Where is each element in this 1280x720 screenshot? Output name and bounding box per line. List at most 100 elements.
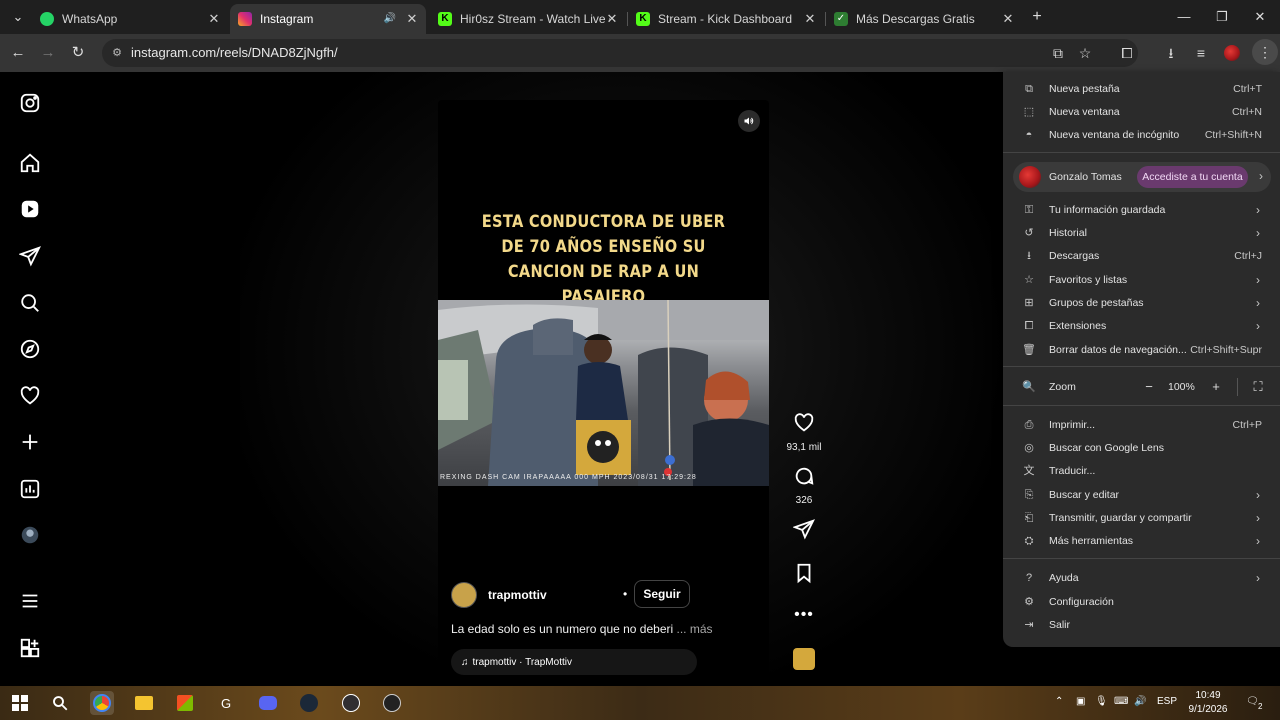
windows-start-icon[interactable] bbox=[8, 691, 32, 715]
volume-icon[interactable]: 🔊 bbox=[1134, 696, 1146, 707]
tab-kick-dashboard[interactable]: K Stream - Kick Dashboard ✕ bbox=[628, 4, 824, 34]
menu-item-settings[interactable]: ⚙ Configuración bbox=[1003, 591, 1280, 613]
microphone-icon[interactable]: 🎙 bbox=[1095, 696, 1108, 707]
messages-icon[interactable] bbox=[18, 244, 42, 268]
follow-button[interactable]: Seguir bbox=[634, 580, 690, 608]
more-options-icon[interactable]: ••• bbox=[781, 606, 827, 624]
instagram-logo-icon[interactable] bbox=[18, 91, 42, 115]
extensions-icon[interactable]: ⧠ bbox=[1117, 43, 1137, 63]
signed-in-button[interactable]: Accediste a tu cuenta bbox=[1137, 166, 1248, 188]
chrome-menu-icon[interactable]: ⋮ bbox=[1252, 39, 1278, 65]
home-icon[interactable] bbox=[18, 151, 42, 175]
tab-instagram[interactable]: Instagram 🔊 ✕ bbox=[230, 4, 426, 34]
steam-icon[interactable] bbox=[297, 691, 321, 715]
back-icon[interactable]: ← bbox=[8, 43, 28, 63]
obs-icon[interactable] bbox=[339, 691, 363, 715]
chrome-taskbar-icon[interactable] bbox=[90, 691, 114, 715]
menu-profile-row[interactable]: Gonzalo Tomas Accediste a tu cuenta › bbox=[1013, 162, 1271, 192]
audio-track-pill[interactable]: ♫ trapmottiv · TrapMottiv bbox=[451, 649, 697, 675]
like-action[interactable]: 93,1 mil bbox=[781, 412, 827, 453]
close-icon[interactable]: ✕ bbox=[802, 11, 818, 27]
author-username[interactable]: trapmottiv bbox=[488, 588, 547, 602]
media-control-icon[interactable]: ≡ bbox=[1191, 43, 1211, 63]
profile-avatar-icon[interactable] bbox=[1222, 43, 1242, 63]
streaming-app-icon[interactable] bbox=[380, 691, 404, 715]
tray-app-icon[interactable]: ▣ bbox=[1076, 696, 1085, 707]
forward-icon[interactable]: → bbox=[38, 43, 58, 63]
bookmark-icon[interactable] bbox=[793, 562, 815, 584]
explore-icon[interactable] bbox=[18, 337, 42, 361]
menu-item-downloads[interactable]: ⭳ Descargas Ctrl+J bbox=[1003, 245, 1280, 267]
menu-item-tab-groups[interactable]: ⊞ Grupos de pestañas › bbox=[1003, 292, 1280, 314]
share-action[interactable] bbox=[781, 518, 827, 545]
tab-search-icon[interactable]: ⌄ bbox=[8, 8, 28, 26]
minimize-icon[interactable]: — bbox=[1174, 8, 1194, 26]
comment-icon[interactable] bbox=[793, 465, 815, 487]
microsoft-store-icon[interactable] bbox=[173, 691, 197, 715]
menu-item-help[interactable]: ? Ayuda › bbox=[1003, 567, 1280, 589]
menu-item-bookmarks[interactable]: ☆ Favoritos y listas › bbox=[1003, 269, 1280, 291]
profile-icon[interactable] bbox=[18, 523, 42, 547]
reels-icon[interactable] bbox=[18, 197, 42, 221]
reel-player[interactable]: ESTA CONDUCTORA DE UBER DE 70 AÑOS ENSEÑ… bbox=[438, 100, 769, 686]
menu-item-cast-share[interactable]: ⎗ Transmitir, guardar y compartir › bbox=[1003, 507, 1280, 529]
close-icon[interactable]: ✕ bbox=[206, 11, 222, 27]
install-app-icon[interactable]: ⧉ bbox=[1048, 43, 1068, 63]
new-tab-button[interactable]: + bbox=[1027, 8, 1047, 26]
close-icon[interactable]: ✕ bbox=[1000, 11, 1016, 27]
speaker-icon[interactable]: 🔊 bbox=[382, 11, 398, 27]
menu-item-more-tools[interactable]: ⛭ Más herramientas › bbox=[1003, 530, 1280, 552]
site-info-icon[interactable]: ⚙ bbox=[110, 46, 124, 60]
more-menu-icon[interactable] bbox=[18, 589, 42, 613]
menu-item-new-window[interactable]: ⬚ Nueva ventana Ctrl+N bbox=[1003, 101, 1280, 123]
menu-item-history[interactable]: ↺ Historial › bbox=[1003, 222, 1280, 244]
save-action[interactable] bbox=[781, 562, 827, 589]
audio-thumbnail[interactable] bbox=[781, 648, 827, 675]
menu-item-translate[interactable]: 文 Traducir... bbox=[1003, 460, 1280, 482]
share-icon[interactable] bbox=[792, 518, 815, 540]
close-icon[interactable]: ✕ bbox=[404, 11, 420, 27]
menu-item-print[interactable]: ⎙ Imprimir... Ctrl+P bbox=[1003, 414, 1280, 436]
search-icon[interactable] bbox=[48, 691, 72, 715]
menu-item-google-lens[interactable]: ◎ Buscar con Google Lens bbox=[1003, 437, 1280, 459]
language-indicator[interactable]: ESP bbox=[1157, 696, 1177, 707]
menu-item-new-tab[interactable]: ⧉ Nueva pestaña Ctrl+T bbox=[1003, 78, 1280, 100]
close-window-icon[interactable]: ✕ bbox=[1250, 8, 1270, 26]
menu-item-exit[interactable]: ⇥ Salir bbox=[1003, 614, 1280, 636]
create-plus-icon[interactable] bbox=[18, 430, 42, 454]
menu-item-extensions[interactable]: ⧠ Extensiones › bbox=[1003, 315, 1280, 337]
also-from-meta-icon[interactable] bbox=[18, 636, 42, 660]
taskbar-clock[interactable]: 10:49 9/1/2026 bbox=[1182, 689, 1234, 717]
tab-kick-stream[interactable]: K Hir0sz Stream - Watch Live on Kick ✕ bbox=[430, 4, 626, 34]
heart-icon[interactable] bbox=[793, 412, 815, 434]
url-text[interactable]: instagram.com/reels/DNAD8ZjNgfh/ bbox=[131, 45, 338, 60]
close-icon[interactable]: ✕ bbox=[604, 11, 620, 27]
menu-item-clear-data[interactable]: 🗑 Borrar datos de navegación... Ctrl+Shi… bbox=[1003, 339, 1280, 361]
network-icon[interactable]: ⌨ bbox=[1114, 696, 1128, 707]
bookmark-star-icon[interactable]: ☆ bbox=[1075, 43, 1095, 63]
tray-chevron-up-icon[interactable]: ⌃ bbox=[1055, 696, 1063, 707]
zoom-in-button[interactable]: + bbox=[1208, 379, 1224, 395]
dashboard-icon[interactable] bbox=[18, 477, 42, 501]
search-icon[interactable] bbox=[18, 291, 42, 315]
menu-item-saved-info[interactable]: ⚿ Tu información guardada › bbox=[1003, 199, 1280, 221]
notifications-heart-icon[interactable] bbox=[18, 384, 42, 408]
menu-item-incognito[interactable]: ◓ Nueva ventana de incógnito Ctrl+Shift+… bbox=[1003, 124, 1280, 146]
downloads-icon[interactable]: ⭳ bbox=[1161, 43, 1181, 63]
tab-whatsapp[interactable]: WhatsApp ✕ bbox=[32, 4, 228, 34]
notification-icon[interactable]: 🗨 bbox=[1246, 696, 1259, 707]
menu-item-find-edit[interactable]: ⎘ Buscar y editar › bbox=[1003, 484, 1280, 506]
address-bar[interactable]: ⚙ instagram.com/reels/DNAD8ZjNgfh/ bbox=[102, 39, 1138, 67]
tab-descargas[interactable]: ✓ Más Descargas Gratis ✕ bbox=[826, 4, 1022, 34]
author-avatar[interactable] bbox=[451, 582, 477, 608]
file-explorer-icon[interactable] bbox=[132, 691, 156, 715]
discord-icon[interactable] bbox=[256, 691, 280, 715]
zoom-out-button[interactable]: − bbox=[1141, 379, 1157, 395]
volume-icon[interactable] bbox=[738, 110, 760, 132]
fullscreen-icon[interactable]: ⛶ bbox=[1250, 379, 1266, 395]
maximize-icon[interactable]: ❐ bbox=[1212, 8, 1232, 26]
reload-icon[interactable]: ↻ bbox=[68, 43, 88, 63]
comment-action[interactable]: 326 bbox=[781, 465, 827, 506]
caption-more-link[interactable]: más bbox=[690, 622, 713, 636]
gaming-app-icon[interactable]: G bbox=[214, 691, 238, 715]
